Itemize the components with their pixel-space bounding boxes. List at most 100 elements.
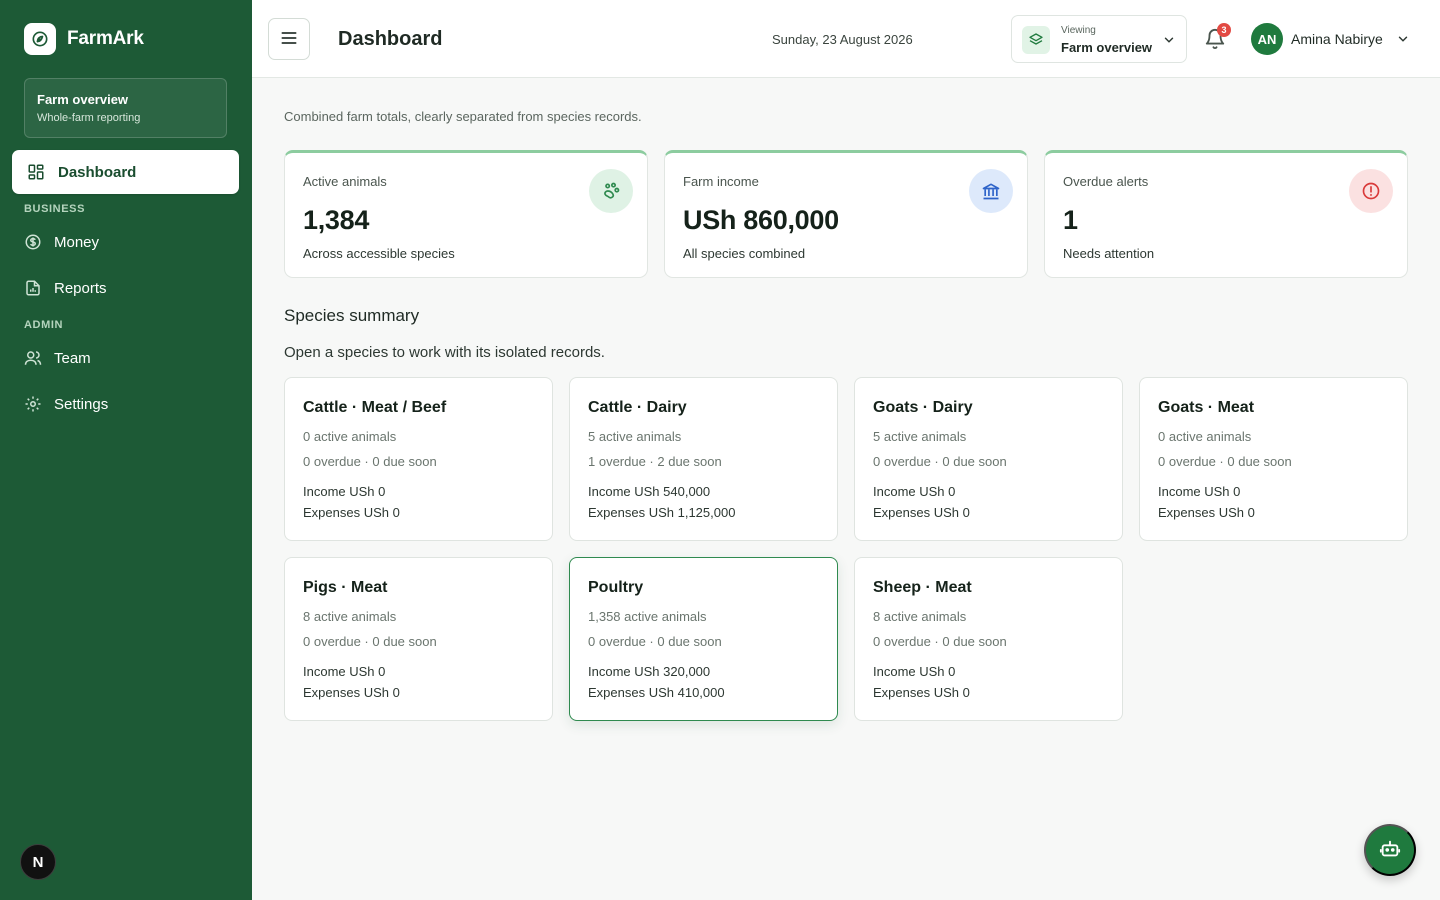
species-animal-count: 5 active animals	[873, 429, 967, 444]
species-due-status: 1 overdue · 2 due soon	[588, 454, 722, 469]
viewing-label: Viewing	[1061, 25, 1096, 36]
species-name: Cattle · Meat / Beef	[303, 399, 447, 416]
intro-text: Combined farm totals, clearly separated …	[284, 109, 642, 124]
species-due-status: 0 overdue · 0 due soon	[303, 454, 437, 469]
species-animal-count: 1,358 active animals	[588, 609, 707, 624]
species-card-sheep-meat[interactable]: Sheep · Meat 8 active animals 0 overdue …	[854, 557, 1123, 721]
alert-icon	[1349, 169, 1393, 213]
species-section-subtitle: Open a species to work with its isolated…	[284, 344, 605, 361]
species-card-goats-meat[interactable]: Goats · Meat 0 active animals 0 overdue …	[1139, 377, 1408, 541]
stat-label: Farm income	[683, 174, 759, 189]
report-icon	[24, 279, 42, 297]
bank-icon	[969, 169, 1013, 213]
species-expenses: Expenses USh 0	[1158, 505, 1255, 520]
sidebar-item-money[interactable]: Money	[24, 230, 99, 254]
species-section-title: Species summary	[284, 306, 420, 325]
layers-icon	[1022, 26, 1050, 54]
species-animal-count: 8 active animals	[873, 609, 967, 624]
farmark-logo-icon	[24, 23, 56, 55]
species-name: Pigs · Meat	[303, 579, 388, 596]
species-due-status: 0 overdue · 0 due soon	[873, 454, 1007, 469]
sidebar-item-reports[interactable]: Reports	[24, 276, 107, 300]
sidebar-item-team[interactable]: Team	[24, 346, 91, 370]
menu-button[interactable]	[268, 18, 310, 60]
sidebar-item-label: Money	[54, 233, 100, 251]
species-expenses: Expenses USh 410,000	[588, 685, 725, 700]
avatar[interactable]: AN	[1251, 23, 1283, 55]
sidebar-item-label: Reports	[54, 279, 107, 297]
species-name: Sheep · Meat	[873, 579, 972, 596]
assistant-button[interactable]	[1364, 824, 1416, 876]
stat-label: Active animals	[303, 174, 387, 189]
species-income: Income USh 540,000	[588, 484, 711, 499]
notification-badge: 3	[1217, 23, 1231, 37]
species-animal-count: 8 active animals	[303, 609, 397, 624]
species-due-status: 0 overdue · 0 due soon	[1158, 454, 1292, 469]
stat-value: 1	[1063, 205, 1078, 235]
robot-icon	[1379, 838, 1401, 863]
species-expenses: Expenses USh 0	[873, 685, 970, 700]
sidebar-item-settings[interactable]: Settings	[24, 392, 108, 416]
paw-icon	[589, 169, 633, 213]
scope-card[interactable]: Farm overview Whole-farm reporting	[24, 78, 227, 138]
species-expenses: Expenses USh 0	[873, 505, 970, 520]
species-card-poultry[interactable]: Poultry 1,358 active animals 0 overdue ·…	[569, 557, 838, 721]
species-animal-count: 0 active animals	[1158, 429, 1252, 444]
stat-value: 1,384	[303, 205, 370, 235]
top-header: Dashboard Sunday, 23 August 2026 Viewing…	[252, 0, 1440, 78]
sidebar: FarmArk Farm overview Whole-farm reporti…	[0, 0, 252, 900]
stat-value: USh 860,000	[683, 205, 839, 235]
stat-card-active-animals: Active animals 1,384 Across accessible s…	[284, 150, 648, 278]
app-name: FarmArk	[67, 28, 144, 49]
stat-subtext: All species combined	[683, 246, 806, 261]
species-animal-count: 5 active animals	[588, 429, 682, 444]
species-name: Goats · Meat	[1158, 399, 1255, 416]
species-due-status: 0 overdue · 0 due soon	[873, 634, 1007, 649]
user-name[interactable]: Amina Nabirye	[1291, 31, 1383, 47]
stat-subtext: Needs attention	[1063, 246, 1155, 261]
scope-subtitle: Whole-farm reporting	[37, 112, 141, 124]
species-animal-count: 0 active animals	[303, 429, 397, 444]
species-income: Income USh 320,000	[588, 664, 711, 679]
species-income: Income USh 0	[1158, 484, 1241, 499]
hamburger-icon	[279, 28, 299, 51]
dashboard-icon	[27, 163, 45, 181]
species-expenses: Expenses USh 1,125,000	[588, 505, 736, 520]
species-card-cattle-dairy[interactable]: Cattle · Dairy 5 active animals 1 overdu…	[569, 377, 838, 541]
chevron-down-icon	[1162, 33, 1176, 52]
stat-subtext: Across accessible species	[303, 246, 455, 261]
species-card-pigs-meat[interactable]: Pigs · Meat 8 active animals 0 overdue ·…	[284, 557, 553, 721]
user-icon	[24, 349, 42, 367]
species-card-goats-dairy[interactable]: Goats · Dairy 5 active animals 0 overdue…	[854, 377, 1123, 541]
species-name: Cattle · Dairy	[588, 399, 687, 416]
nav-section-admin: ADMIN	[24, 319, 64, 331]
dev-badge[interactable]: N	[20, 844, 56, 880]
species-due-status: 0 overdue · 0 due soon	[588, 634, 722, 649]
stat-label: Overdue alerts	[1063, 174, 1149, 189]
sidebar-item-dashboard[interactable]: Dashboard	[12, 150, 239, 194]
species-card-cattle-beef[interactable]: Cattle · Meat / Beef 0 active animals 0 …	[284, 377, 553, 541]
species-income: Income USh 0	[303, 664, 386, 679]
species-income: Income USh 0	[303, 484, 386, 499]
species-due-status: 0 overdue · 0 due soon	[303, 634, 437, 649]
money-icon	[24, 233, 42, 251]
sidebar-item-label: Settings	[54, 395, 109, 413]
page-title: Dashboard	[338, 28, 443, 50]
brand[interactable]: FarmArk	[24, 23, 144, 55]
viewing-value: Farm overview	[1061, 40, 1153, 55]
sidebar-item-label: Dashboard	[58, 163, 137, 181]
species-expenses: Expenses USh 0	[303, 505, 400, 520]
nav-section-business: BUSINESS	[24, 203, 86, 215]
species-income: Income USh 0	[873, 484, 956, 499]
species-name: Poultry	[588, 579, 644, 596]
chevron-down-icon[interactable]	[1396, 32, 1410, 51]
stat-card-overdue-alerts: Overdue alerts 1 Needs attention	[1044, 150, 1408, 278]
sidebar-item-label: Team	[54, 349, 91, 367]
scope-title: Farm overview	[37, 92, 129, 107]
species-income: Income USh 0	[873, 664, 956, 679]
species-expenses: Expenses USh 0	[303, 685, 400, 700]
viewing-selector[interactable]: Viewing Farm overview	[1011, 15, 1187, 63]
current-date: Sunday, 23 August 2026	[772, 32, 913, 47]
species-name: Goats · Dairy	[873, 399, 973, 416]
stat-card-farm-income: Farm income USh 860,000 All species comb…	[664, 150, 1028, 278]
